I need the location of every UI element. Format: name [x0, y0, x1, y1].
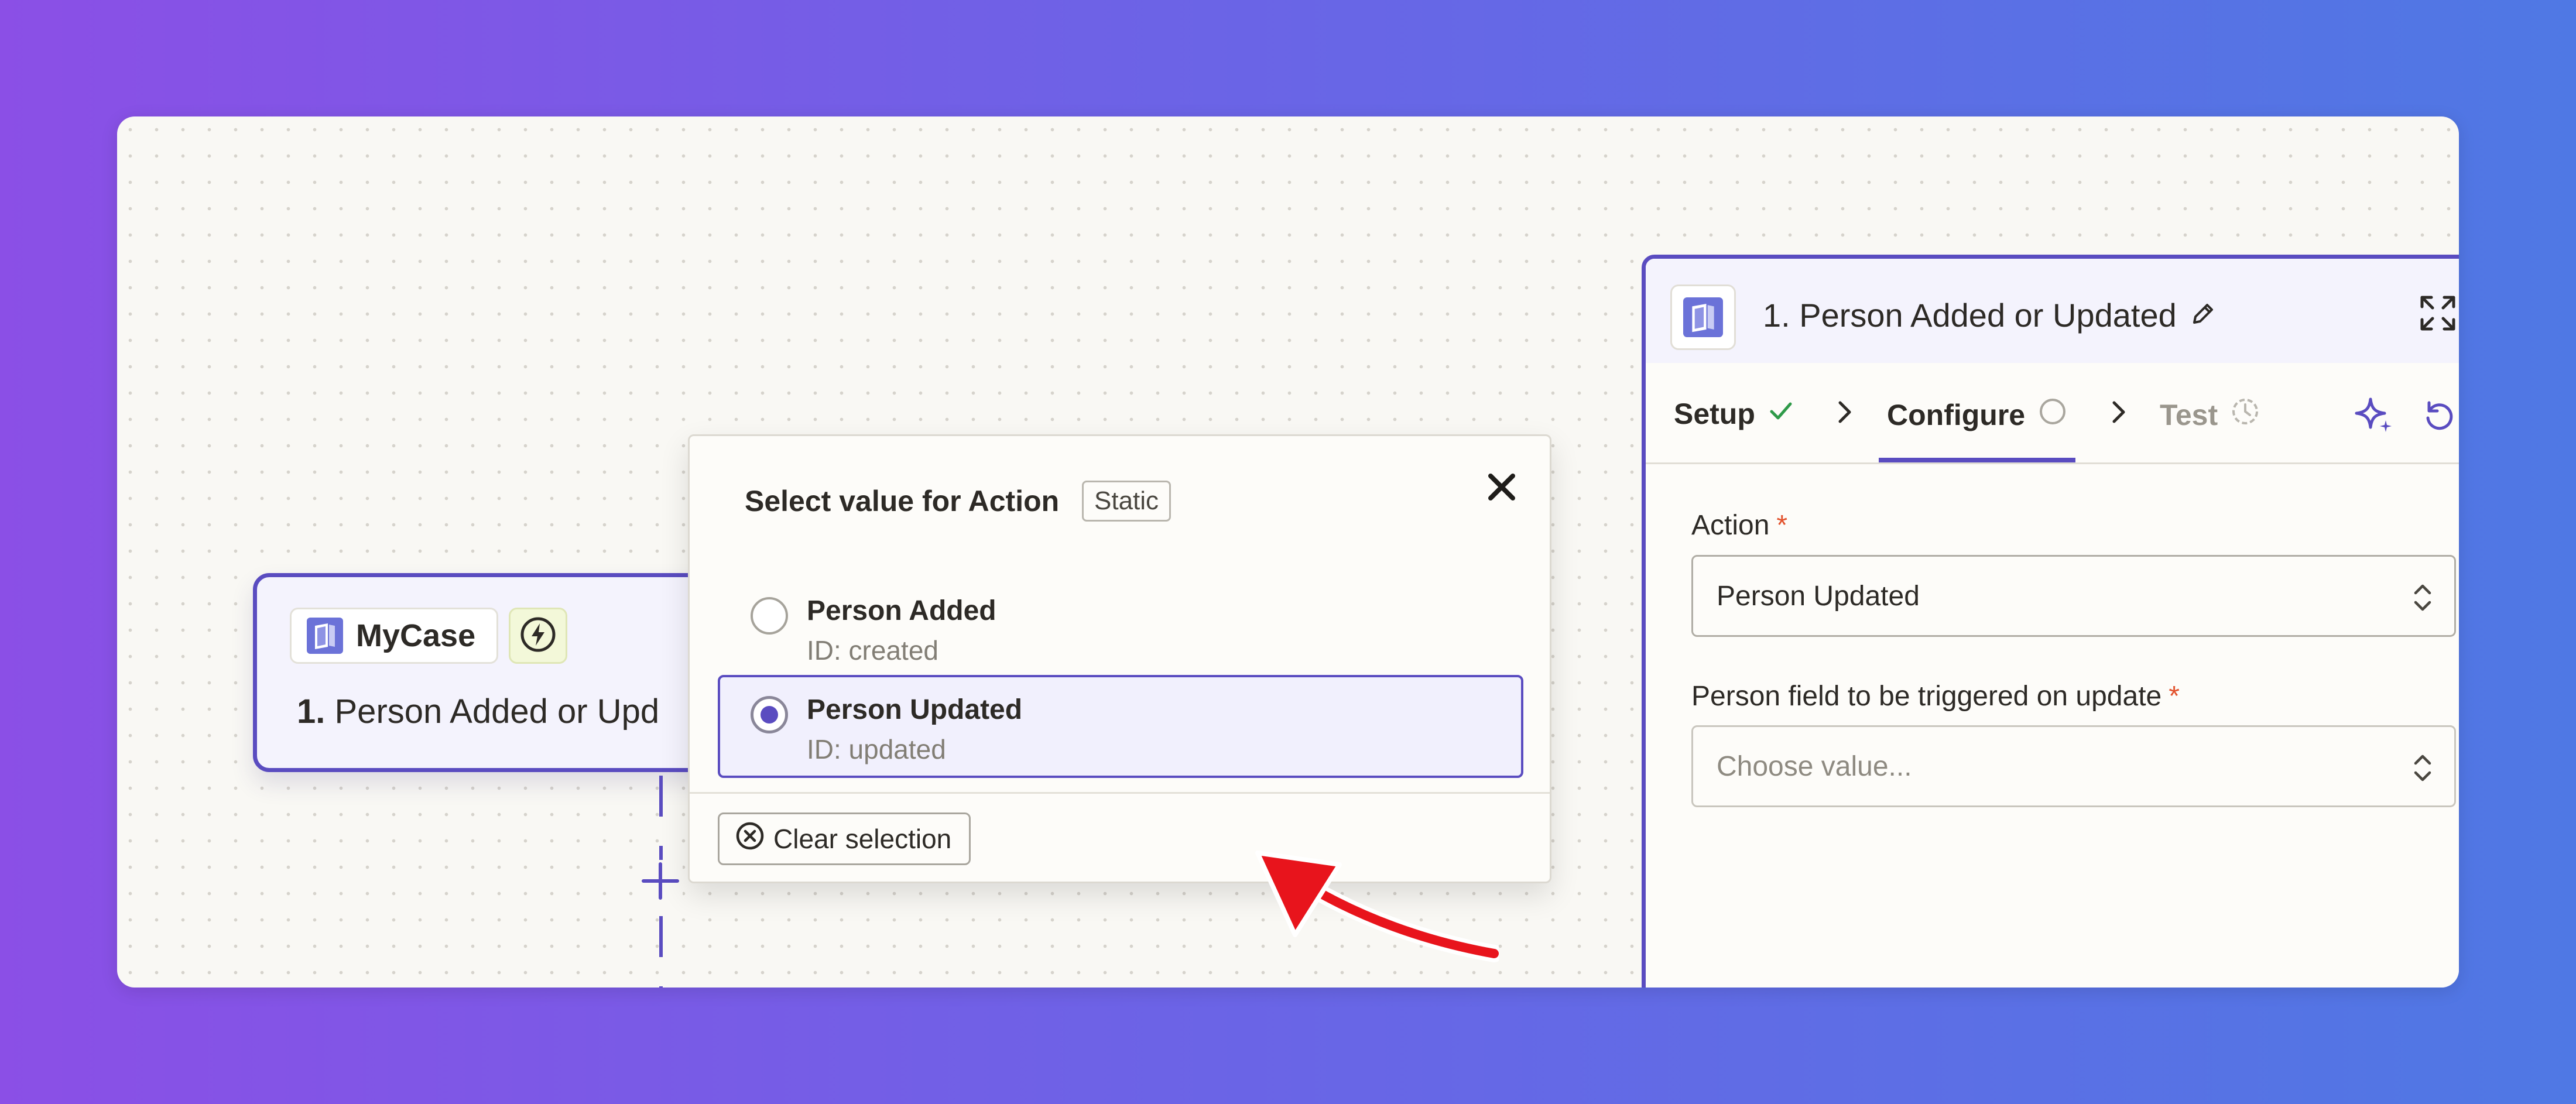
- tab-label: Configure: [1887, 399, 2026, 431]
- tab-configure[interactable]: Configure: [1887, 397, 2067, 433]
- add-step-button[interactable]: [638, 860, 683, 904]
- static-badge: Static: [1082, 481, 1171, 522]
- tab-label: Setup: [1674, 397, 1755, 430]
- updown-chevron-icon: [2411, 581, 2434, 621]
- panel-title: 1. Person Added or Updated: [1763, 297, 2177, 334]
- popover-divider: [690, 792, 1550, 794]
- step-config-panel: 1. Person Added or Updated Setup Configu…: [1642, 255, 2459, 988]
- option-person-added[interactable]: Person Added ID: created: [718, 569, 1523, 672]
- radio-icon[interactable]: [751, 597, 788, 635]
- active-tab-indicator: [1879, 458, 2075, 462]
- trigger-badge: [509, 608, 567, 664]
- panel-header: 1. Person Added or Updated: [1646, 259, 2459, 363]
- mycase-logo-icon: [307, 618, 343, 654]
- app-chip: MyCase: [290, 608, 498, 664]
- mycase-logo-icon: [1670, 284, 1736, 350]
- clear-selection-button[interactable]: Clear selection: [718, 812, 971, 865]
- select-value-popover: Select value for Action Static Person Ad…: [688, 434, 1551, 883]
- step-tabs: Setup Configure Test: [1646, 363, 2459, 464]
- clear-circle-icon: [735, 821, 773, 858]
- app-name: MyCase: [356, 618, 476, 653]
- action-field-label: Action *: [1691, 509, 1787, 541]
- lightning-icon: [519, 615, 557, 657]
- field-label-text: Action: [1691, 510, 1770, 541]
- field-label-text: Person field to be triggered on update: [1691, 681, 2162, 712]
- popover-title: Select value for Action: [745, 485, 1060, 517]
- pencil-icon[interactable]: [2190, 300, 2217, 330]
- node-step-number: 1.: [297, 692, 326, 731]
- clock-icon: [2231, 397, 2260, 433]
- node-title-text: Person Added or Upd: [334, 692, 660, 731]
- chevron-right-icon: [2108, 399, 2129, 428]
- ai-sparkle-icon[interactable]: [2354, 395, 2395, 438]
- node-title: 1. Person Added or Upd: [297, 692, 659, 731]
- option-id: ID: created: [807, 635, 938, 666]
- tab-test[interactable]: Test: [2160, 397, 2260, 433]
- tab-label: Test: [2160, 399, 2218, 431]
- expand-icon[interactable]: [2419, 294, 2457, 335]
- panel-title-group[interactable]: 1. Person Added or Updated: [1763, 296, 2217, 334]
- person-field-placeholder: Choose value...: [1717, 750, 1912, 782]
- option-id: ID: updated: [807, 734, 946, 764]
- required-mark: *: [2169, 681, 2180, 712]
- close-icon: [1486, 471, 1517, 506]
- person-field-select[interactable]: Choose value...: [1691, 725, 2456, 807]
- progress-circle-icon: [2038, 397, 2067, 433]
- option-person-updated[interactable]: Person Updated ID: updated: [718, 675, 1523, 778]
- required-mark: *: [1776, 510, 1788, 541]
- option-label: Person Updated: [807, 694, 1023, 725]
- annotation-arrow: [1229, 836, 1503, 980]
- plus-icon: [640, 860, 681, 904]
- updown-chevron-icon: [2411, 752, 2434, 791]
- person-field-label: Person field to be triggered on update *: [1691, 680, 2180, 712]
- option-label: Person Added: [807, 595, 996, 626]
- editor-window: MyCase 1. Person Added or Upd Select val…: [117, 116, 2459, 988]
- action-select-value: Person Updated: [1717, 580, 1920, 612]
- chevron-right-icon: [1834, 399, 1855, 428]
- tab-setup[interactable]: Setup: [1674, 397, 1794, 431]
- check-icon: [1768, 397, 1794, 431]
- popover-close-button[interactable]: [1475, 462, 1528, 515]
- undo-icon[interactable]: [2420, 395, 2457, 435]
- radio-icon[interactable]: [751, 696, 788, 733]
- action-select[interactable]: Person Updated: [1691, 555, 2456, 637]
- clear-selection-label: Clear selection: [773, 824, 952, 854]
